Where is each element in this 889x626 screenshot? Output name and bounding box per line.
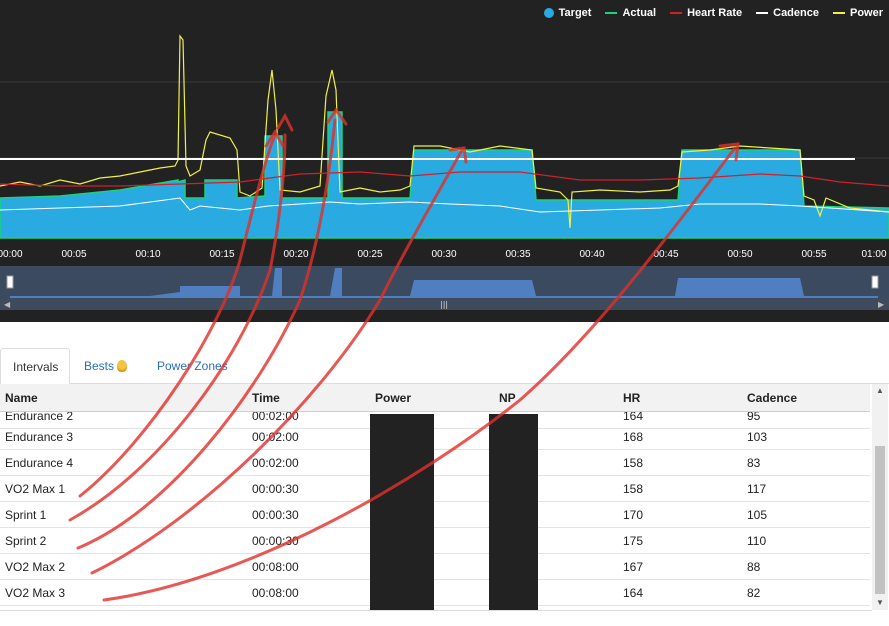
x-tick-label: 00:55: [801, 249, 827, 260]
medal-icon: [117, 360, 128, 372]
cell-cadence: 117: [747, 482, 767, 496]
cell-hr: 167: [623, 560, 644, 574]
chart-legend: Target Actual Heart Rate Cadence Power: [543, 7, 883, 19]
workout-chart[interactable]: ||| ◀ ▶ Target Actual Heart Rate Cadence…: [0, 0, 889, 322]
x-tick-label: 00:25: [357, 249, 383, 260]
cell-time: 00:02:00: [252, 456, 299, 470]
cell-name: Endurance 4: [5, 456, 74, 470]
tab-intervals[interactable]: Intervals: [0, 348, 70, 385]
legend-label: Heart Rate: [687, 7, 743, 19]
tab-bests[interactable]: Bests: [72, 348, 139, 384]
cell-time: 00:02:00: [252, 430, 299, 444]
cell-name: Sprint 2: [5, 534, 47, 548]
column-header-np[interactable]: NP: [499, 384, 516, 412]
legend-cadence-swatch: [756, 12, 769, 14]
tab-label: Power Zones: [157, 359, 228, 373]
navigator-right-handle[interactable]: [871, 275, 879, 289]
column-header-hr[interactable]: HR: [623, 384, 640, 412]
cell-hr: 170: [623, 508, 644, 522]
legend-cadence[interactable]: Cadence: [756, 7, 819, 19]
column-header-cadence[interactable]: Cadence: [747, 384, 797, 412]
table-scrollbar[interactable]: ▲ ▼: [872, 384, 888, 610]
cell-hr: 158: [623, 456, 644, 470]
tab-label: Bests: [84, 359, 115, 373]
legend-power[interactable]: Power: [832, 7, 883, 19]
table-row[interactable]: Endurance 4 00:02:00 158 83: [0, 450, 870, 476]
column-header-power[interactable]: Power: [375, 384, 411, 412]
x-tick-label: 00:15: [209, 249, 235, 260]
navigator-grip-icon: |||: [440, 300, 448, 309]
redacted-np-column: [489, 414, 538, 610]
column-header-name[interactable]: Name: [5, 384, 38, 412]
scroll-left-icon: ◀: [4, 300, 11, 309]
tab-bar: Intervals Bests Power Zones: [0, 348, 889, 385]
table-row[interactable]: Sprint 2 00:00:30 175 110: [0, 528, 870, 554]
legend-heart-rate-swatch: [670, 12, 683, 14]
x-tick-label: 00:10: [135, 249, 161, 260]
cell-time: 00:00:30: [252, 482, 299, 496]
table-header: Name Time Power NP HR Cadence: [0, 384, 870, 412]
cell-cadence: 103: [747, 430, 768, 444]
x-tick-label: 00:30: [431, 249, 457, 260]
cell-cadence: 110: [747, 534, 767, 548]
table-row[interactable]: Endurance 3 00:02:00 168 103: [0, 424, 870, 450]
tab-label: Intervals: [13, 360, 59, 374]
legend-label: Actual: [622, 7, 657, 19]
cell-hr: 164: [623, 586, 644, 600]
table-row[interactable]: VO2 Max 3 00:08:00 164 82: [0, 580, 870, 606]
cell-cadence: 82: [747, 586, 761, 600]
x-tick-label: 00:45: [653, 249, 679, 260]
table-row[interactable]: Sprint 1 00:00:30 170 105: [0, 502, 870, 528]
workout-chart-canvas: ||| ◀ ▶: [0, 34, 889, 310]
cell-time: 00:00:30: [252, 534, 299, 548]
scroll-up-icon[interactable]: ▲: [876, 386, 884, 395]
x-tick-label: 00:50: [727, 249, 753, 260]
cell-name: Endurance 3: [5, 430, 74, 444]
table-footer: [0, 610, 872, 626]
x-tick-label: 00:40: [579, 249, 605, 260]
x-tick-label: 00:05: [61, 249, 87, 260]
cell-name: VO2 Max 2: [5, 560, 66, 574]
cell-name: VO2 Max 3: [5, 586, 66, 600]
legend-heart-rate[interactable]: Heart Rate: [670, 7, 742, 19]
table-row[interactable]: VO2 Max 2 00:08:00 167 88: [0, 554, 870, 580]
legend-target-swatch: [543, 8, 554, 18]
cell-cadence: 88: [747, 560, 761, 574]
scroll-down-icon[interactable]: ▼: [876, 598, 884, 607]
cell-time: 00:08:00: [252, 586, 299, 600]
x-tick-label: 00:35: [505, 249, 531, 260]
legend-actual[interactable]: Actual: [605, 7, 656, 19]
legend-label: Cadence: [773, 7, 819, 19]
legend-actual-swatch: [605, 12, 618, 14]
target-series: [0, 111, 889, 239]
legend-power-swatch: [832, 12, 845, 14]
cell-time: 00:08:00: [252, 560, 299, 574]
redacted-power-column: [370, 414, 434, 610]
scrollbar-thumb[interactable]: [875, 446, 885, 594]
cell-time: 00:00:30: [252, 508, 299, 522]
cell-cadence: 105: [747, 508, 768, 522]
x-tick-label: 01:00: [861, 249, 887, 260]
x-tick-label: 00:20: [283, 249, 309, 260]
intervals-table: Name Time Power NP HR Cadence Endurance …: [0, 384, 870, 610]
cell-name: VO2 Max 1: [5, 482, 66, 496]
table-row[interactable]: VO2 Max 1 00:00:30 158 117: [0, 476, 870, 502]
legend-label: Target: [558, 7, 592, 19]
column-header-time[interactable]: Time: [252, 384, 280, 412]
tab-power-zones[interactable]: Power Zones: [145, 348, 240, 384]
legend-target[interactable]: Target: [543, 7, 592, 19]
legend-label: Power: [849, 7, 883, 19]
navigator-left-handle[interactable]: [6, 275, 14, 289]
x-tick-label: 00:00: [0, 249, 23, 260]
cell-hr: 168: [623, 430, 644, 444]
cell-hr: 175: [623, 534, 644, 548]
cell-hr: 158: [623, 482, 644, 496]
scroll-right-icon: ▶: [878, 300, 885, 309]
cell-cadence: 83: [747, 456, 761, 470]
cell-name: Sprint 1: [5, 508, 47, 522]
